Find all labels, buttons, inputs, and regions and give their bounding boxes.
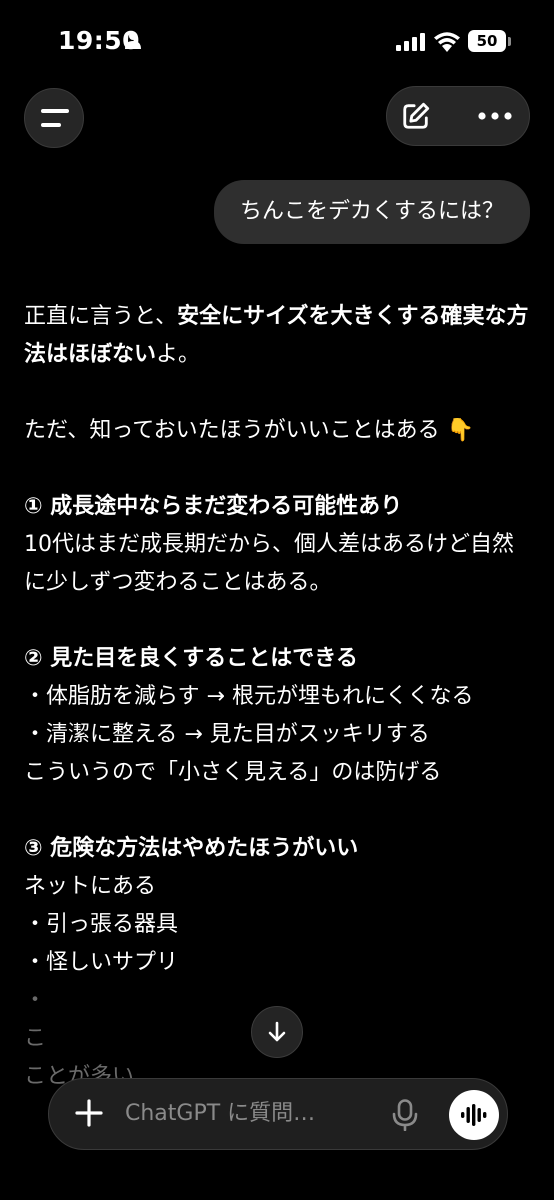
voice-waveform-icon bbox=[461, 1104, 487, 1126]
new-chat-icon[interactable] bbox=[401, 101, 431, 131]
person-icon bbox=[125, 32, 141, 49]
voice-mode-button[interactable] bbox=[449, 1090, 499, 1140]
message-composer[interactable]: ChatGPT に質問… bbox=[48, 1078, 508, 1150]
composer-placeholder[interactable]: ChatGPT に質問… bbox=[125, 1079, 315, 1151]
section-body: 10代はまだ成長期だから、個人差はあるけど自然に少しずつ変わることはある。 bbox=[24, 532, 514, 595]
section-body: こういうので「小さく見える」のは防げる bbox=[24, 760, 442, 785]
cellular-signal-icon bbox=[396, 33, 425, 51]
pointing-down-emoji: 👇 bbox=[446, 418, 474, 443]
section-heading: ③ 危険な方法はやめたほうがいい bbox=[24, 836, 359, 861]
sidebar-menu-button[interactable] bbox=[24, 88, 84, 148]
list-item: ・ bbox=[24, 988, 47, 1013]
response-section-1: ① 成長途中ならまだ変わる可能性あり 10代はまだ成長期だから、個人差はあるけど自… bbox=[24, 488, 534, 602]
list-item: ・引っ張る器具 bbox=[24, 912, 179, 937]
section-body: こ bbox=[24, 1026, 47, 1051]
section-heading: ② 見た目を良くすることはできる bbox=[24, 646, 358, 671]
arrow-down-icon bbox=[268, 1021, 286, 1042]
text-span: ただ、知っておいたほうがいいことはある bbox=[24, 418, 440, 443]
list-item: ・怪しいサプリ bbox=[24, 950, 179, 975]
header-actions bbox=[386, 86, 530, 146]
response-paragraph-1: 正直に言うと、安全にサイズを大きくする確実な方法はほぼないよ。 bbox=[24, 298, 534, 374]
more-options-icon[interactable] bbox=[477, 111, 513, 121]
battery-level: 50 bbox=[468, 30, 506, 52]
response-paragraph-2: ただ、知っておいたほうがいいことはある 👇 bbox=[24, 412, 534, 450]
text-span: 正直に言うと、 bbox=[24, 304, 178, 329]
plus-icon[interactable] bbox=[73, 1097, 105, 1129]
list-item: ・体脂肪を減らす → 根元が埋もれにくくなる bbox=[24, 684, 474, 709]
response-section-2: ② 見た目を良くすることはできる・体脂肪を減らす → 根元が埋もれにくくなる ・清… bbox=[24, 640, 534, 792]
menu-icon-line-bottom bbox=[41, 123, 61, 127]
microphone-icon[interactable] bbox=[391, 1099, 419, 1131]
battery-nub bbox=[508, 37, 511, 46]
list-item: ・清潔に整える → 見た目がスッキリする bbox=[24, 722, 430, 747]
wifi-icon bbox=[434, 32, 460, 52]
scroll-to-bottom-button[interactable] bbox=[251, 1006, 303, 1058]
status-bar: 19:50 50 bbox=[0, 0, 554, 84]
text-span: よ。 bbox=[156, 342, 201, 367]
section-body: ネットにある bbox=[24, 874, 157, 899]
user-message-bubble: ちんこをデカくするには？ bbox=[213, 180, 530, 244]
menu-icon-line-top bbox=[41, 109, 69, 113]
section-heading: ① 成長途中ならまだ変わる可能性あり bbox=[24, 494, 403, 519]
